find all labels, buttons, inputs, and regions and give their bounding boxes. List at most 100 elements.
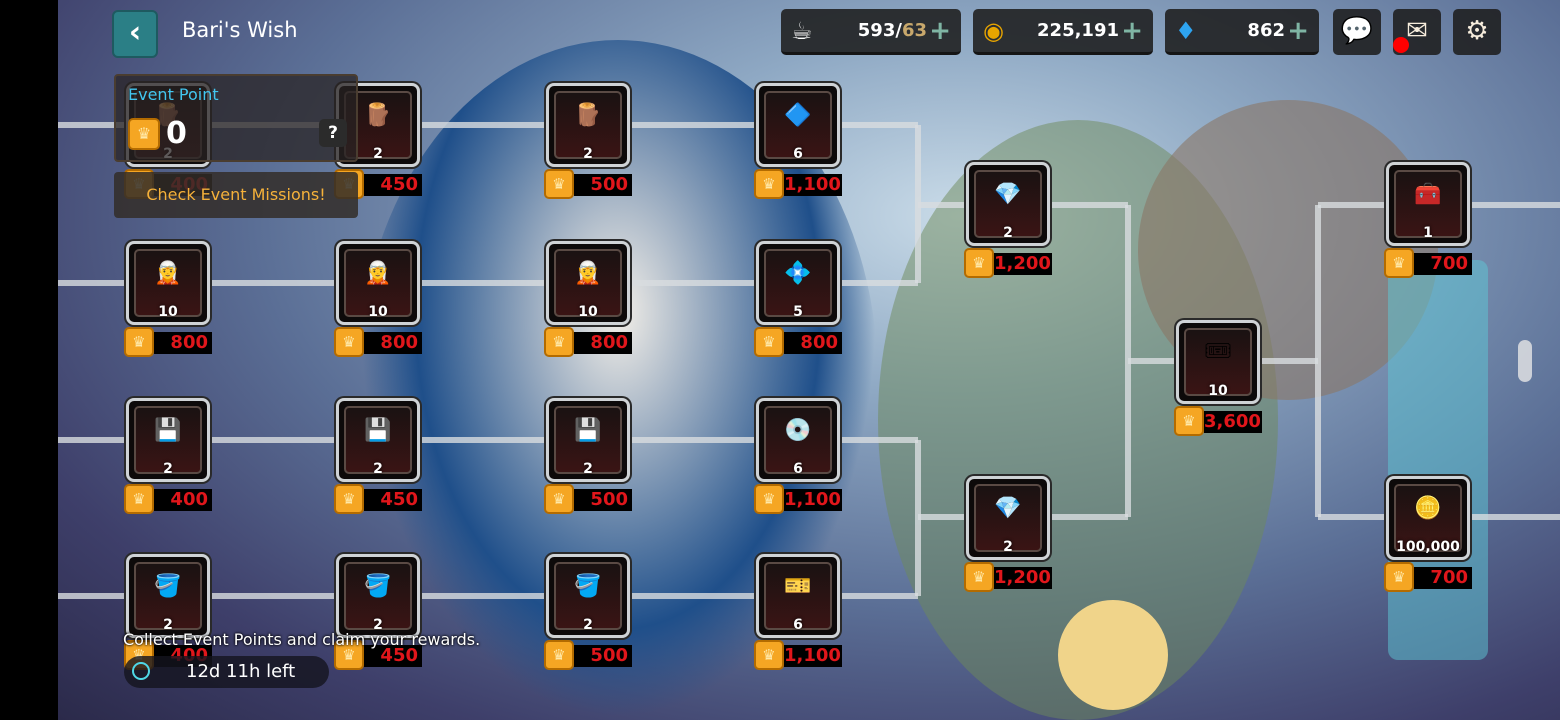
event-point-value: 0 [166, 116, 187, 151]
reward-cost: ♛ 1,100 [754, 169, 844, 199]
paint-bucket-icon: 🪣 [574, 573, 602, 599]
gem-counter[interactable]: ♦ 862 + [1165, 9, 1319, 55]
green-chip-icon: 💾 [574, 417, 602, 443]
reward-cost-value: 3,600 [1204, 410, 1262, 433]
reward-cost-value: 450 [364, 489, 422, 511]
settings-button[interactable]: ⚙ [1453, 9, 1501, 55]
reward-slot-star-gem[interactable]: 💎 2 [966, 476, 1050, 560]
reward-slot-character-card[interactable]: 🧝 10 [336, 241, 420, 325]
reward-cost: ♛ 1,100 [754, 484, 844, 514]
reward-count: 100,000 [1396, 539, 1460, 555]
character-card-icon: 🧝 [154, 260, 182, 286]
paint-bucket-icon: 🪣 [154, 573, 182, 599]
clock-icon [132, 662, 150, 680]
green-chip-icon: 💾 [154, 417, 182, 443]
stamina-counter[interactable]: ☕ 593/63 + [781, 9, 961, 55]
reward-count: 6 [793, 461, 803, 477]
reward-cost-value: 1,100 [784, 489, 842, 511]
reward-slot-purple-crystal[interactable]: 🔷 6 [756, 83, 840, 167]
crown-icon: ♛ [754, 484, 784, 514]
check-event-missions-button[interactable]: Check Event Missions! [114, 172, 358, 218]
reward-cost: ♛ 800 [754, 327, 844, 357]
reward-count: 10 [158, 304, 178, 320]
reward-count: 1 [1423, 225, 1433, 241]
reward-slot-character-card[interactable]: 🧝 10 [546, 241, 630, 325]
event-point-panel: Event Point ♛ 0 ? [114, 74, 358, 162]
treasure-chest-icon: 🧰 [1414, 181, 1442, 207]
reward-cost-value: 700 [1414, 567, 1472, 589]
crown-icon: ♛ [964, 562, 994, 592]
add-gem-button[interactable]: + [1287, 16, 1309, 46]
reward-slot-green-chip[interactable]: 💾 2 [336, 398, 420, 482]
reward-cost: ♛ 800 [124, 327, 214, 357]
ticket-chip-icon: 🎫 [784, 573, 812, 599]
stamina-max: 63 [901, 20, 927, 41]
chat-button[interactable]: 💬 [1333, 9, 1381, 55]
reward-cost-value: 800 [364, 332, 422, 354]
crown-icon: ♛ [1384, 248, 1414, 278]
reward-slot-prism-crystal[interactable]: 💠 5 [756, 241, 840, 325]
page-title: Bari's Wish [182, 18, 298, 42]
reward-cost: ♛ 1,200 [964, 562, 1054, 592]
reward-slot-ticket-chip[interactable]: 🎫 6 [756, 554, 840, 638]
reward-slot-paint-bucket[interactable]: 🪣 2 [546, 554, 630, 638]
reward-slot-gold-coin[interactable]: 🪙 100,000 [1386, 476, 1470, 560]
reward-cost: ♛ 800 [544, 327, 634, 357]
reward-slot-paint-bucket[interactable]: 🪣 2 [126, 554, 210, 638]
reward-count: 2 [583, 146, 593, 162]
reward-cost-value: 500 [574, 645, 632, 667]
reward-count: 2 [583, 617, 593, 633]
reward-slot-character-card[interactable]: 🧝 10 [126, 241, 210, 325]
reward-slot-paint-bucket[interactable]: 🪣 2 [336, 554, 420, 638]
reward-cost: ♛ 1,200 [964, 248, 1054, 278]
chevron-left-icon: ‹ [128, 15, 142, 50]
crown-icon: ♛ [1384, 562, 1414, 592]
crown-icon: ♛ [964, 248, 994, 278]
stamina-value: 593 [857, 20, 896, 41]
crown-icon: ♛ [334, 327, 364, 357]
gold-counter[interactable]: ◉ 225,191 + [973, 9, 1153, 55]
reward-cost: ♛ 3,600 [1174, 405, 1264, 436]
blue-gem-icon: ♦ [1175, 17, 1197, 45]
reward-cost-value: 400 [154, 489, 212, 511]
purple-ticket-icon: 🎟 [1204, 339, 1232, 365]
crown-icon: ♛ [124, 327, 154, 357]
mail-button[interactable]: ✉ [1393, 9, 1441, 55]
help-button[interactable]: ? [319, 119, 347, 147]
reward-slot-green-chip[interactable]: 💾 2 [546, 398, 630, 482]
reward-slot-star-gem[interactable]: 💎 2 [966, 162, 1050, 246]
reward-slot-wood-plank[interactable]: 🪵 2 [546, 83, 630, 167]
reward-slot-green-chip[interactable]: 💾 2 [126, 398, 210, 482]
time-left-pill: 12d 11h left [124, 656, 329, 688]
character-card-icon: 🧝 [574, 260, 602, 286]
reward-count: 5 [793, 304, 803, 320]
reward-count: 10 [578, 304, 598, 320]
mail-notification-badge [1393, 37, 1409, 53]
gear-icon: ⚙ [1465, 16, 1489, 46]
crown-icon: ♛ [124, 484, 154, 514]
reward-cost: ♛ 700 [1384, 248, 1474, 278]
reward-cost: ♛ 500 [544, 640, 634, 670]
reward-slot-disc[interactable]: 💿 6 [756, 398, 840, 482]
crown-icon: ♛ [544, 327, 574, 357]
add-gold-button[interactable]: + [1121, 16, 1143, 46]
green-chip-icon: 💾 [364, 417, 392, 443]
add-stamina-button[interactable]: + [929, 16, 951, 46]
reward-slot-purple-ticket[interactable]: 🎟 10 [1176, 319, 1260, 404]
disc-icon: 💿 [784, 417, 812, 443]
reward-cost-value: 700 [1414, 253, 1472, 275]
reward-count: 2 [1003, 539, 1013, 555]
reward-slot-treasure-chest[interactable]: 🧰 1 [1386, 162, 1470, 246]
gold-coin-icon: 🪙 [1414, 495, 1442, 521]
reward-cost: ♛ 500 [544, 169, 634, 199]
wood-plank-icon: 🪵 [364, 102, 392, 128]
mail-icon: ✉ [1406, 16, 1428, 46]
back-button[interactable]: ‹ [112, 10, 158, 58]
paint-bucket-icon: 🪣 [364, 573, 392, 599]
hint-text: Collect Event Points and claim your rewa… [123, 630, 481, 649]
reward-cost-value: 1,100 [784, 174, 842, 196]
prism-crystal-icon: 💠 [784, 260, 812, 286]
crown-icon: ♛ [754, 327, 784, 357]
wood-plank-icon: 🪵 [574, 102, 602, 128]
scroll-handle[interactable] [1518, 340, 1532, 382]
